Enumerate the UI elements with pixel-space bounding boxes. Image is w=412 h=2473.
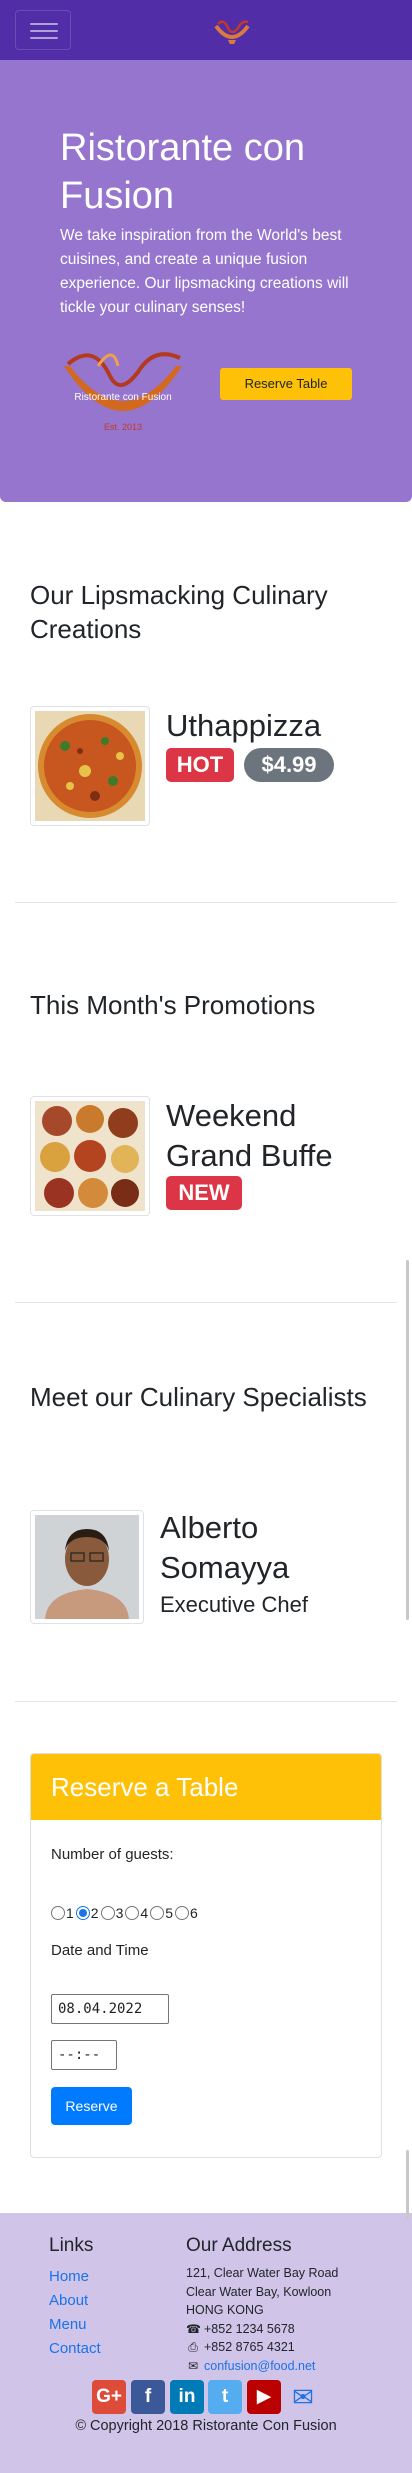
email-link[interactable]: confusion@food.net xyxy=(204,2359,315,2373)
jumbotron-title: Ristorante con Fusion xyxy=(60,127,306,217)
address-line: HONG KONG xyxy=(186,2303,264,2317)
copyright-text: © Copyright 2018 Ristorante Con Fusion xyxy=(75,2418,337,2434)
leader-photo xyxy=(30,1510,144,1624)
google-plus-icon[interactable]: G+ xyxy=(92,2380,126,2414)
guests-radio-label: 6 xyxy=(189,1905,198,1921)
phone-icon: ☎ xyxy=(186,2321,201,2336)
guests-radio-1[interactable] xyxy=(51,1906,65,1920)
pizza-image xyxy=(35,711,145,821)
envelope-icon: ✉ xyxy=(187,2358,199,2373)
linkedin-icon[interactable]: in xyxy=(170,2380,204,2414)
restaurant-logo-image: Ristorante con Fusion Est. 2013 xyxy=(64,352,182,432)
logo-subtext: Est. 2013 xyxy=(104,422,142,432)
section-divider xyxy=(15,1302,397,1303)
address-line: 121, Clear Water Bay Road xyxy=(186,2266,339,2280)
reserve-table-button[interactable]: Reserve Table xyxy=(220,368,352,400)
scrollbar-thumb-lower[interactable] xyxy=(406,2150,409,2220)
leader-section-heading: Meet our Culinary Specialists xyxy=(30,1382,367,1412)
address-line: Clear Water Bay, Kowloon xyxy=(186,2284,332,2299)
fax-number: +852 8765 4321 xyxy=(204,2340,295,2354)
footer-address-heading: Our Address xyxy=(186,2235,292,2256)
restaurant-logo-icon[interactable] xyxy=(210,14,254,46)
guests-radio-label: 1 xyxy=(66,1905,74,1921)
guests-radio-label: 3 xyxy=(115,1905,124,1921)
jumbotron-description: We take inspiration from the World's bes… xyxy=(60,227,349,316)
hamburger-menu-icon[interactable] xyxy=(15,10,71,50)
phone-number: +852 1234 5678 xyxy=(204,2321,295,2336)
guests-radio-label: 2 xyxy=(90,1905,99,1921)
scrollbar-thumb[interactable] xyxy=(406,1260,409,1620)
guests-radio-4[interactable] xyxy=(125,1906,140,1920)
new-badge: NEW xyxy=(166,1176,242,1210)
fax-icon: ⎙ xyxy=(188,2340,198,2354)
footer-link-about[interactable]: About xyxy=(49,2292,88,2309)
guests-radio-6[interactable] xyxy=(174,1906,189,1920)
twitter-icon[interactable]: t xyxy=(208,2380,242,2414)
guests-radio-label: 4 xyxy=(140,1905,149,1921)
address-block: 121, Clear Water Bay Road Clear Water Ba… xyxy=(186,2264,338,2375)
logo-text: Ristorante con Fusion xyxy=(74,392,171,403)
footer-link-contact[interactable]: Contact xyxy=(49,2340,101,2357)
time-input[interactable]: --:-- xyxy=(51,2040,117,2070)
youtube-icon[interactable]: ▶ xyxy=(247,2380,281,2414)
guests-radio-3[interactable] xyxy=(100,1906,115,1920)
promotion-image xyxy=(30,1096,150,1216)
footer-links-heading: Links xyxy=(49,2235,94,2256)
footer-link-menu[interactable]: Menu xyxy=(49,2316,87,2333)
card-header: Reserve a Table xyxy=(31,1754,381,1820)
guests-radio-label: 5 xyxy=(165,1905,173,1921)
chef-portrait-image xyxy=(35,1515,139,1619)
date-input[interactable]: 08.04.2022 xyxy=(51,1994,169,2024)
hot-badge: HOT xyxy=(166,748,234,782)
dish-name: Uthappizza xyxy=(166,708,322,743)
guests-radio-2[interactable] xyxy=(75,1906,90,1920)
dish-section-heading: Our Lipsmacking Culinary Creations xyxy=(30,580,328,644)
footer-link-home[interactable]: Home xyxy=(49,2268,89,2285)
guests-radio-group: 123456 xyxy=(51,1904,200,1922)
leader-name: Alberto Somayya xyxy=(160,1510,290,1585)
dish-image xyxy=(30,706,150,826)
section-divider xyxy=(15,1701,397,1702)
promotion-name: Weekend Grand Buffe xyxy=(166,1098,333,1173)
section-divider xyxy=(15,902,397,903)
facebook-icon[interactable]: f xyxy=(131,2380,165,2414)
datetime-label: Date and Time xyxy=(51,1942,149,1959)
mail-icon[interactable]: ✉ xyxy=(286,2380,320,2414)
promotion-section-heading: This Month's Promotions xyxy=(30,990,316,1020)
navbar xyxy=(0,0,412,60)
guests-label: Number of guests: xyxy=(51,1846,174,1863)
buffet-image xyxy=(35,1101,145,1211)
price-badge: $4.99 xyxy=(244,748,334,782)
reserve-submit-button[interactable]: Reserve xyxy=(51,2087,132,2125)
guests-radio-5[interactable] xyxy=(150,1906,165,1920)
leader-designation: Executive Chef xyxy=(160,1592,308,1617)
reserve-table-card: Reserve a Table Number of guests: 123456… xyxy=(30,1753,382,2158)
